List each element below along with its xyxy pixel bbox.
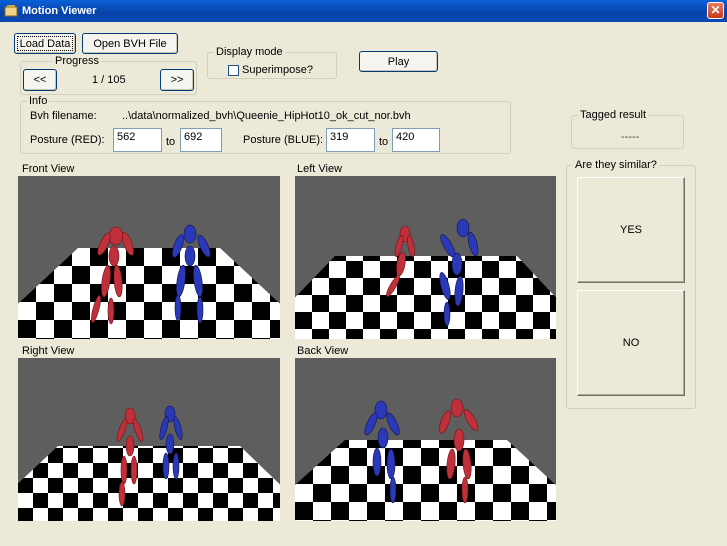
checkerboard-floor bbox=[18, 446, 280, 521]
left-view-scene bbox=[295, 218, 556, 339]
open-bvh-file-button[interactable]: Open BVH File bbox=[82, 33, 178, 54]
play-button[interactable]: Play bbox=[359, 51, 438, 72]
load-data-button[interactable]: Load Data bbox=[14, 33, 76, 54]
back-view-scene bbox=[295, 398, 556, 521]
right-view-label: Right View bbox=[22, 345, 75, 357]
checkerboard-floor bbox=[18, 248, 280, 339]
previous-button[interactable]: << bbox=[23, 69, 57, 91]
no-button[interactable]: NO bbox=[577, 290, 685, 396]
progress-legend: Progress bbox=[53, 55, 102, 67]
superimpose-label: Superimpose? bbox=[242, 64, 313, 76]
info-legend: Info bbox=[27, 95, 50, 107]
front-view-scene bbox=[18, 224, 280, 339]
front-view[interactable] bbox=[18, 176, 280, 339]
title-bar: Motion Viewer ✕ bbox=[0, 0, 727, 22]
blue-to-label: to bbox=[379, 136, 389, 148]
right-view[interactable] bbox=[18, 358, 280, 521]
back-view-label: Back View bbox=[297, 345, 349, 357]
app-icon bbox=[4, 5, 18, 17]
posture-red-label: Posture (RED): bbox=[30, 134, 105, 146]
yes-button[interactable]: YES bbox=[577, 177, 685, 283]
front-view-label: Front View bbox=[22, 163, 75, 175]
checkerboard-floor bbox=[295, 256, 556, 339]
close-button[interactable]: ✕ bbox=[707, 2, 724, 19]
blue-start-field[interactable]: 319 bbox=[326, 128, 375, 152]
right-view-scene bbox=[18, 405, 280, 521]
red-end-field[interactable]: 692 bbox=[180, 128, 222, 152]
posture-blue-label: Posture (BLUE): bbox=[243, 134, 324, 146]
blue-end-field[interactable]: 420 bbox=[392, 128, 440, 152]
bvh-filename-label: Bvh filename: bbox=[30, 110, 97, 122]
tagged-result-legend: Tagged result bbox=[578, 109, 649, 121]
superimpose-checkbox[interactable] bbox=[228, 65, 239, 76]
back-view[interactable] bbox=[295, 358, 556, 521]
display-mode-legend: Display mode bbox=[214, 46, 285, 58]
progress-counter: 1 / 105 bbox=[92, 74, 126, 86]
next-button[interactable]: >> bbox=[160, 69, 194, 91]
similar-legend: Are they similar? bbox=[573, 159, 659, 171]
bvh-filename-value: ..\data\normalized_bvh\Queenie_HipHot10_… bbox=[122, 110, 411, 122]
left-view[interactable] bbox=[295, 176, 556, 339]
red-start-field[interactable]: 562 bbox=[113, 128, 162, 152]
left-view-label: Left View bbox=[297, 163, 343, 175]
checkerboard-floor bbox=[295, 440, 556, 521]
red-to-label: to bbox=[166, 136, 176, 148]
tagged-result-value: ----- bbox=[621, 131, 640, 143]
window-title: Motion Viewer bbox=[22, 5, 97, 17]
